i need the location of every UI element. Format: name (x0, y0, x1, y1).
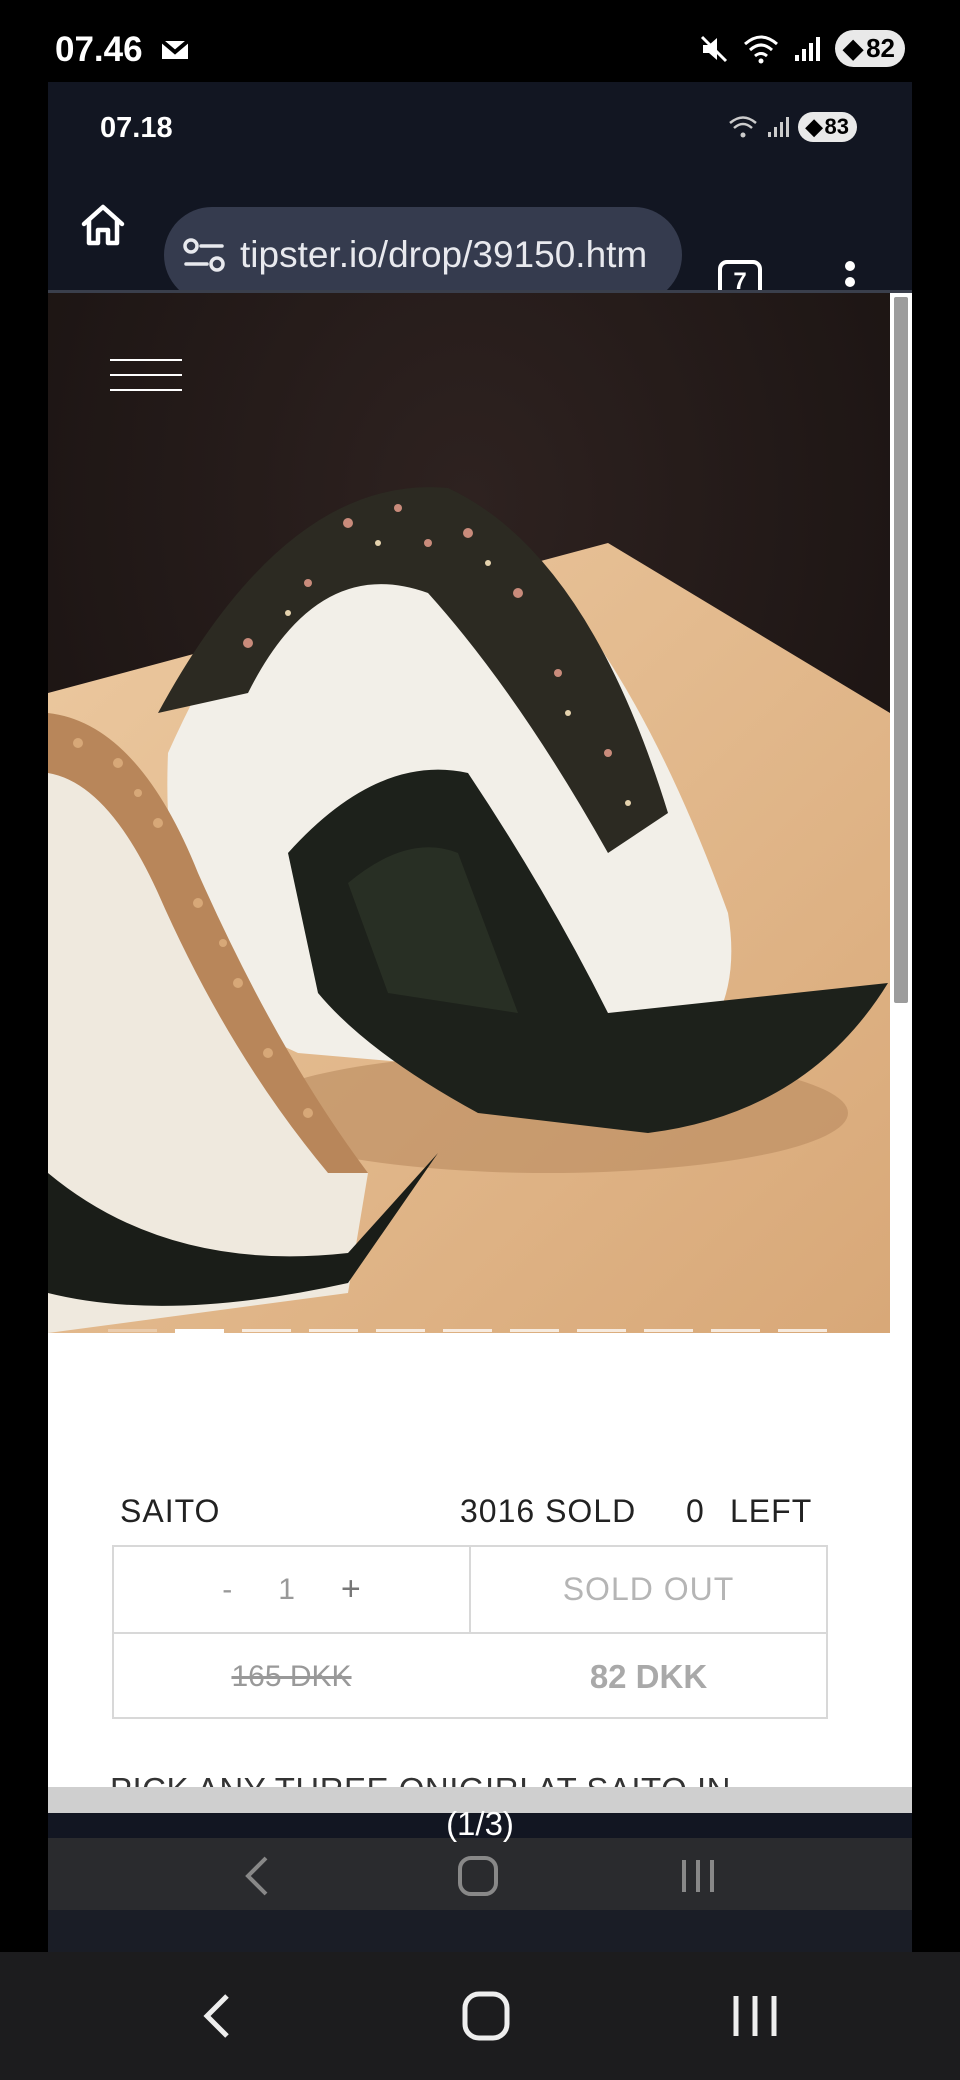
wifi-icon (744, 35, 779, 63)
carousel-indicators (108, 1329, 827, 1333)
mute-icon (701, 35, 728, 62)
carousel-dot[interactable] (242, 1329, 291, 1332)
back-icon[interactable] (228, 1848, 288, 1904)
device-status-icons: ◆ 82 (699, 30, 905, 67)
decrease-button[interactable]: - (222, 1573, 232, 1607)
device-navigation-bar (0, 1952, 960, 2080)
carousel-dot[interactable] (644, 1329, 693, 1332)
back-icon[interactable] (183, 1984, 253, 2048)
scrollbar-thumb[interactable] (894, 297, 908, 1003)
sold-count: 3016 SOLD (460, 1493, 637, 1529)
inner-status-icons: ◆ 83 (728, 112, 857, 142)
increase-button[interactable]: + (341, 1570, 361, 1609)
sold-out-button[interactable]: SOLD OUT (471, 1547, 826, 1632)
inner-bottom-strip (48, 1910, 912, 1952)
carousel-dot[interactable] (711, 1329, 760, 1332)
home-nav-icon[interactable] (448, 1848, 508, 1904)
mirrored-screen: 07.18 ◆ 83 tipster.io/drop/39150.htm 7 S… (48, 82, 912, 1952)
device-status-bar: 07.46 ◆ 82 (0, 0, 960, 82)
browser-toolbar: tipster.io/drop/39150.htm 7 (48, 162, 912, 304)
image-counter: (1/3) (446, 1805, 514, 1842)
inner-battery-level: 83 (824, 114, 849, 139)
address-bar[interactable]: tipster.io/drop/39150.htm (164, 207, 682, 303)
inner-navigation-bar (48, 1838, 912, 1910)
mail-icon (160, 39, 190, 59)
carousel-dot[interactable] (577, 1329, 626, 1332)
inner-clock: 07.18 (100, 112, 173, 144)
recent-apps-icon[interactable] (720, 1984, 790, 2048)
purchase-box: - 1 + SOLD OUT 165 DKK 82 DKK (112, 1545, 828, 1719)
device-clock: 07.46 (55, 30, 143, 69)
quantity-stepper: - 1 + (114, 1547, 469, 1632)
carousel-dot[interactable] (108, 1329, 157, 1332)
menu-icon[interactable] (110, 359, 182, 391)
home-nav-icon[interactable] (451, 1984, 521, 2048)
signal-icon (795, 36, 821, 61)
left-count: 0 (686, 1493, 704, 1529)
onigiri-photo (48, 293, 890, 1333)
web-page: SAITO 3016 SOLD 0 LEFT - 1 + SOLD OUT 16… (48, 293, 912, 1813)
carousel-dot[interactable] (778, 1329, 827, 1332)
carousel-dot[interactable] (376, 1329, 425, 1332)
carousel-dot[interactable] (175, 1329, 224, 1333)
sale-price: 82 DKK (589, 1657, 708, 1695)
signal-icon (767, 117, 789, 137)
recent-apps-icon[interactable] (668, 1848, 728, 1904)
carousel-dot[interactable] (443, 1329, 492, 1332)
battery-indicator: ◆ 82 (835, 30, 905, 67)
left-label: LEFT (730, 1493, 813, 1529)
home-icon[interactable] (78, 200, 128, 250)
vendor-name: SAITO (120, 1493, 221, 1529)
carousel-dot[interactable] (510, 1329, 559, 1332)
original-price: 165 DKK (231, 1659, 352, 1693)
wifi-icon (728, 116, 757, 138)
product-carousel[interactable] (48, 293, 890, 1333)
battery-level: 82 (866, 33, 895, 63)
carousel-dot[interactable] (309, 1329, 358, 1332)
inner-status-bar: 07.18 ◆ 83 (48, 82, 912, 162)
url-text: tipster.io/drop/39150.htm (240, 234, 648, 275)
battery-icon: ◆ (805, 114, 823, 139)
inner-battery: ◆ 83 (797, 112, 857, 142)
quantity-value: 1 (278, 1572, 295, 1606)
battery-icon: ◆ (843, 33, 864, 63)
site-settings-icon[interactable] (182, 235, 226, 275)
